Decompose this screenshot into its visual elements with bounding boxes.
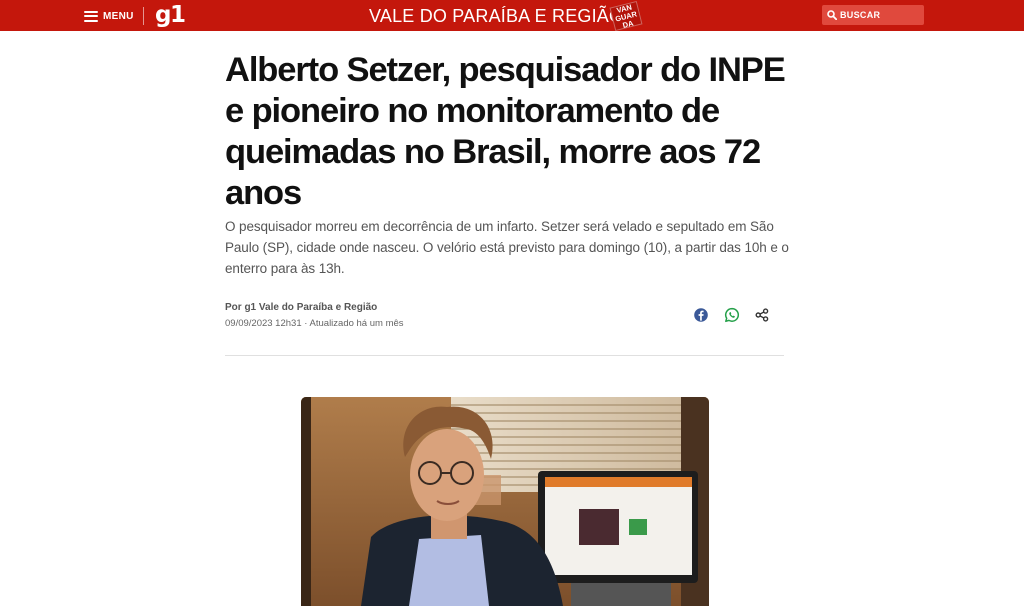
g1-logo[interactable]: g1 — [155, 1, 186, 29]
region-title[interactable]: VALE DO PARAÍBA E REGIÃO — [369, 5, 623, 27]
menu-label: MENU — [103, 10, 134, 22]
search-icon — [827, 10, 837, 20]
article-title: Alberto Setzer, pesquisador do INPE e pi… — [225, 51, 786, 212]
article-byline: Por g1 Vale do Paraíba e Região — [225, 302, 378, 313]
facebook-icon[interactable] — [693, 307, 709, 323]
article-photo[interactable] — [301, 397, 709, 606]
whatsapp-icon[interactable] — [724, 307, 740, 323]
hamburger-icon — [84, 10, 98, 22]
vanguarda-logo[interactable]: VAN GUAR DA — [609, 0, 643, 32]
share-icon[interactable] — [754, 307, 770, 323]
article-divider — [225, 355, 784, 356]
header-divider — [143, 7, 144, 25]
article-date: 09/09/2023 12h31 · Atualizado há um mês — [225, 318, 404, 329]
photo-scene — [301, 397, 709, 606]
search-label: BUSCAR — [840, 10, 881, 20]
menu-button[interactable]: MENU — [84, 8, 134, 24]
top-navigation-bar: MENU g1 VALE DO PARAÍBA E REGIÃO VAN GUA… — [0, 0, 1024, 32]
article-subtitle: O pesquisador morreu em decorrência de u… — [225, 219, 789, 276]
search-box[interactable]: BUSCAR — [822, 5, 924, 25]
